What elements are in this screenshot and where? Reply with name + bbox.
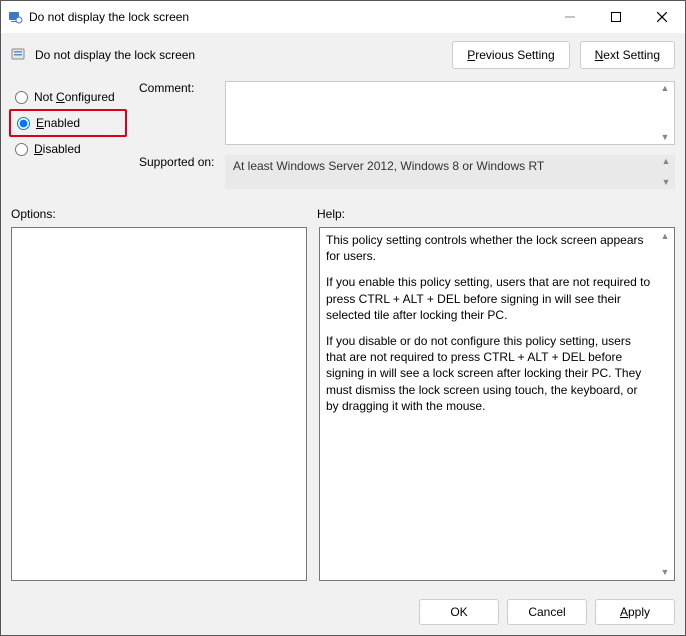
- help-label: Help:: [317, 207, 675, 221]
- help-paragraph: If you disable or do not configure this …: [326, 333, 652, 414]
- ok-button[interactable]: OK: [419, 599, 499, 625]
- supported-on-text: At least Windows Server 2012, Windows 8 …: [233, 159, 544, 173]
- state-radio-group: Not Configured Enabled Disabled: [11, 81, 139, 189]
- dialog-button-row: OK Cancel Apply: [1, 591, 685, 635]
- scroll-up-icon[interactable]: ▲: [661, 228, 670, 244]
- cancel-button[interactable]: Cancel: [507, 599, 587, 625]
- scroll-up-icon[interactable]: ▲: [662, 155, 671, 168]
- supported-label: Supported on:: [139, 155, 225, 179]
- radio-disabled-input[interactable]: [15, 143, 28, 156]
- radio-enabled[interactable]: Enabled: [13, 111, 125, 135]
- radio-not-configured[interactable]: Not Configured: [11, 85, 139, 109]
- maximize-button[interactable]: [593, 1, 639, 33]
- previous-setting-button[interactable]: Previous Setting: [452, 41, 569, 69]
- radio-disabled[interactable]: Disabled: [11, 137, 139, 161]
- app-icon: [7, 9, 23, 25]
- help-paragraph: If you enable this policy setting, users…: [326, 274, 652, 323]
- window-title: Do not display the lock screen: [29, 10, 547, 24]
- apply-button[interactable]: Apply: [595, 599, 675, 625]
- scroll-down-icon[interactable]: ▼: [661, 564, 670, 580]
- title-bar: Do not display the lock screen: [1, 1, 685, 33]
- header-row: Do not display the lock screen Previous …: [11, 41, 675, 69]
- scroll-down-icon[interactable]: ▼: [661, 131, 670, 144]
- next-setting-button[interactable]: Next Setting: [580, 41, 675, 69]
- comment-textarea[interactable]: ▲ ▼: [225, 81, 675, 145]
- scroll-up-icon[interactable]: ▲: [661, 82, 670, 95]
- policy-icon: [11, 47, 27, 63]
- radio-enabled-input[interactable]: [17, 117, 30, 130]
- options-panel: [11, 227, 307, 581]
- options-label: Options:: [11, 207, 317, 221]
- enabled-highlight: Enabled: [9, 109, 127, 137]
- policy-title: Do not display the lock screen: [35, 48, 442, 62]
- close-button[interactable]: [639, 1, 685, 33]
- comment-label: Comment:: [139, 81, 225, 105]
- radio-not-configured-input[interactable]: [15, 91, 28, 104]
- help-panel: This policy setting controls whether the…: [319, 227, 675, 581]
- scroll-down-icon[interactable]: ▼: [662, 176, 671, 189]
- minimize-button[interactable]: [547, 1, 593, 33]
- help-paragraph: This policy setting controls whether the…: [326, 232, 652, 264]
- supported-on-box: At least Windows Server 2012, Windows 8 …: [225, 155, 675, 189]
